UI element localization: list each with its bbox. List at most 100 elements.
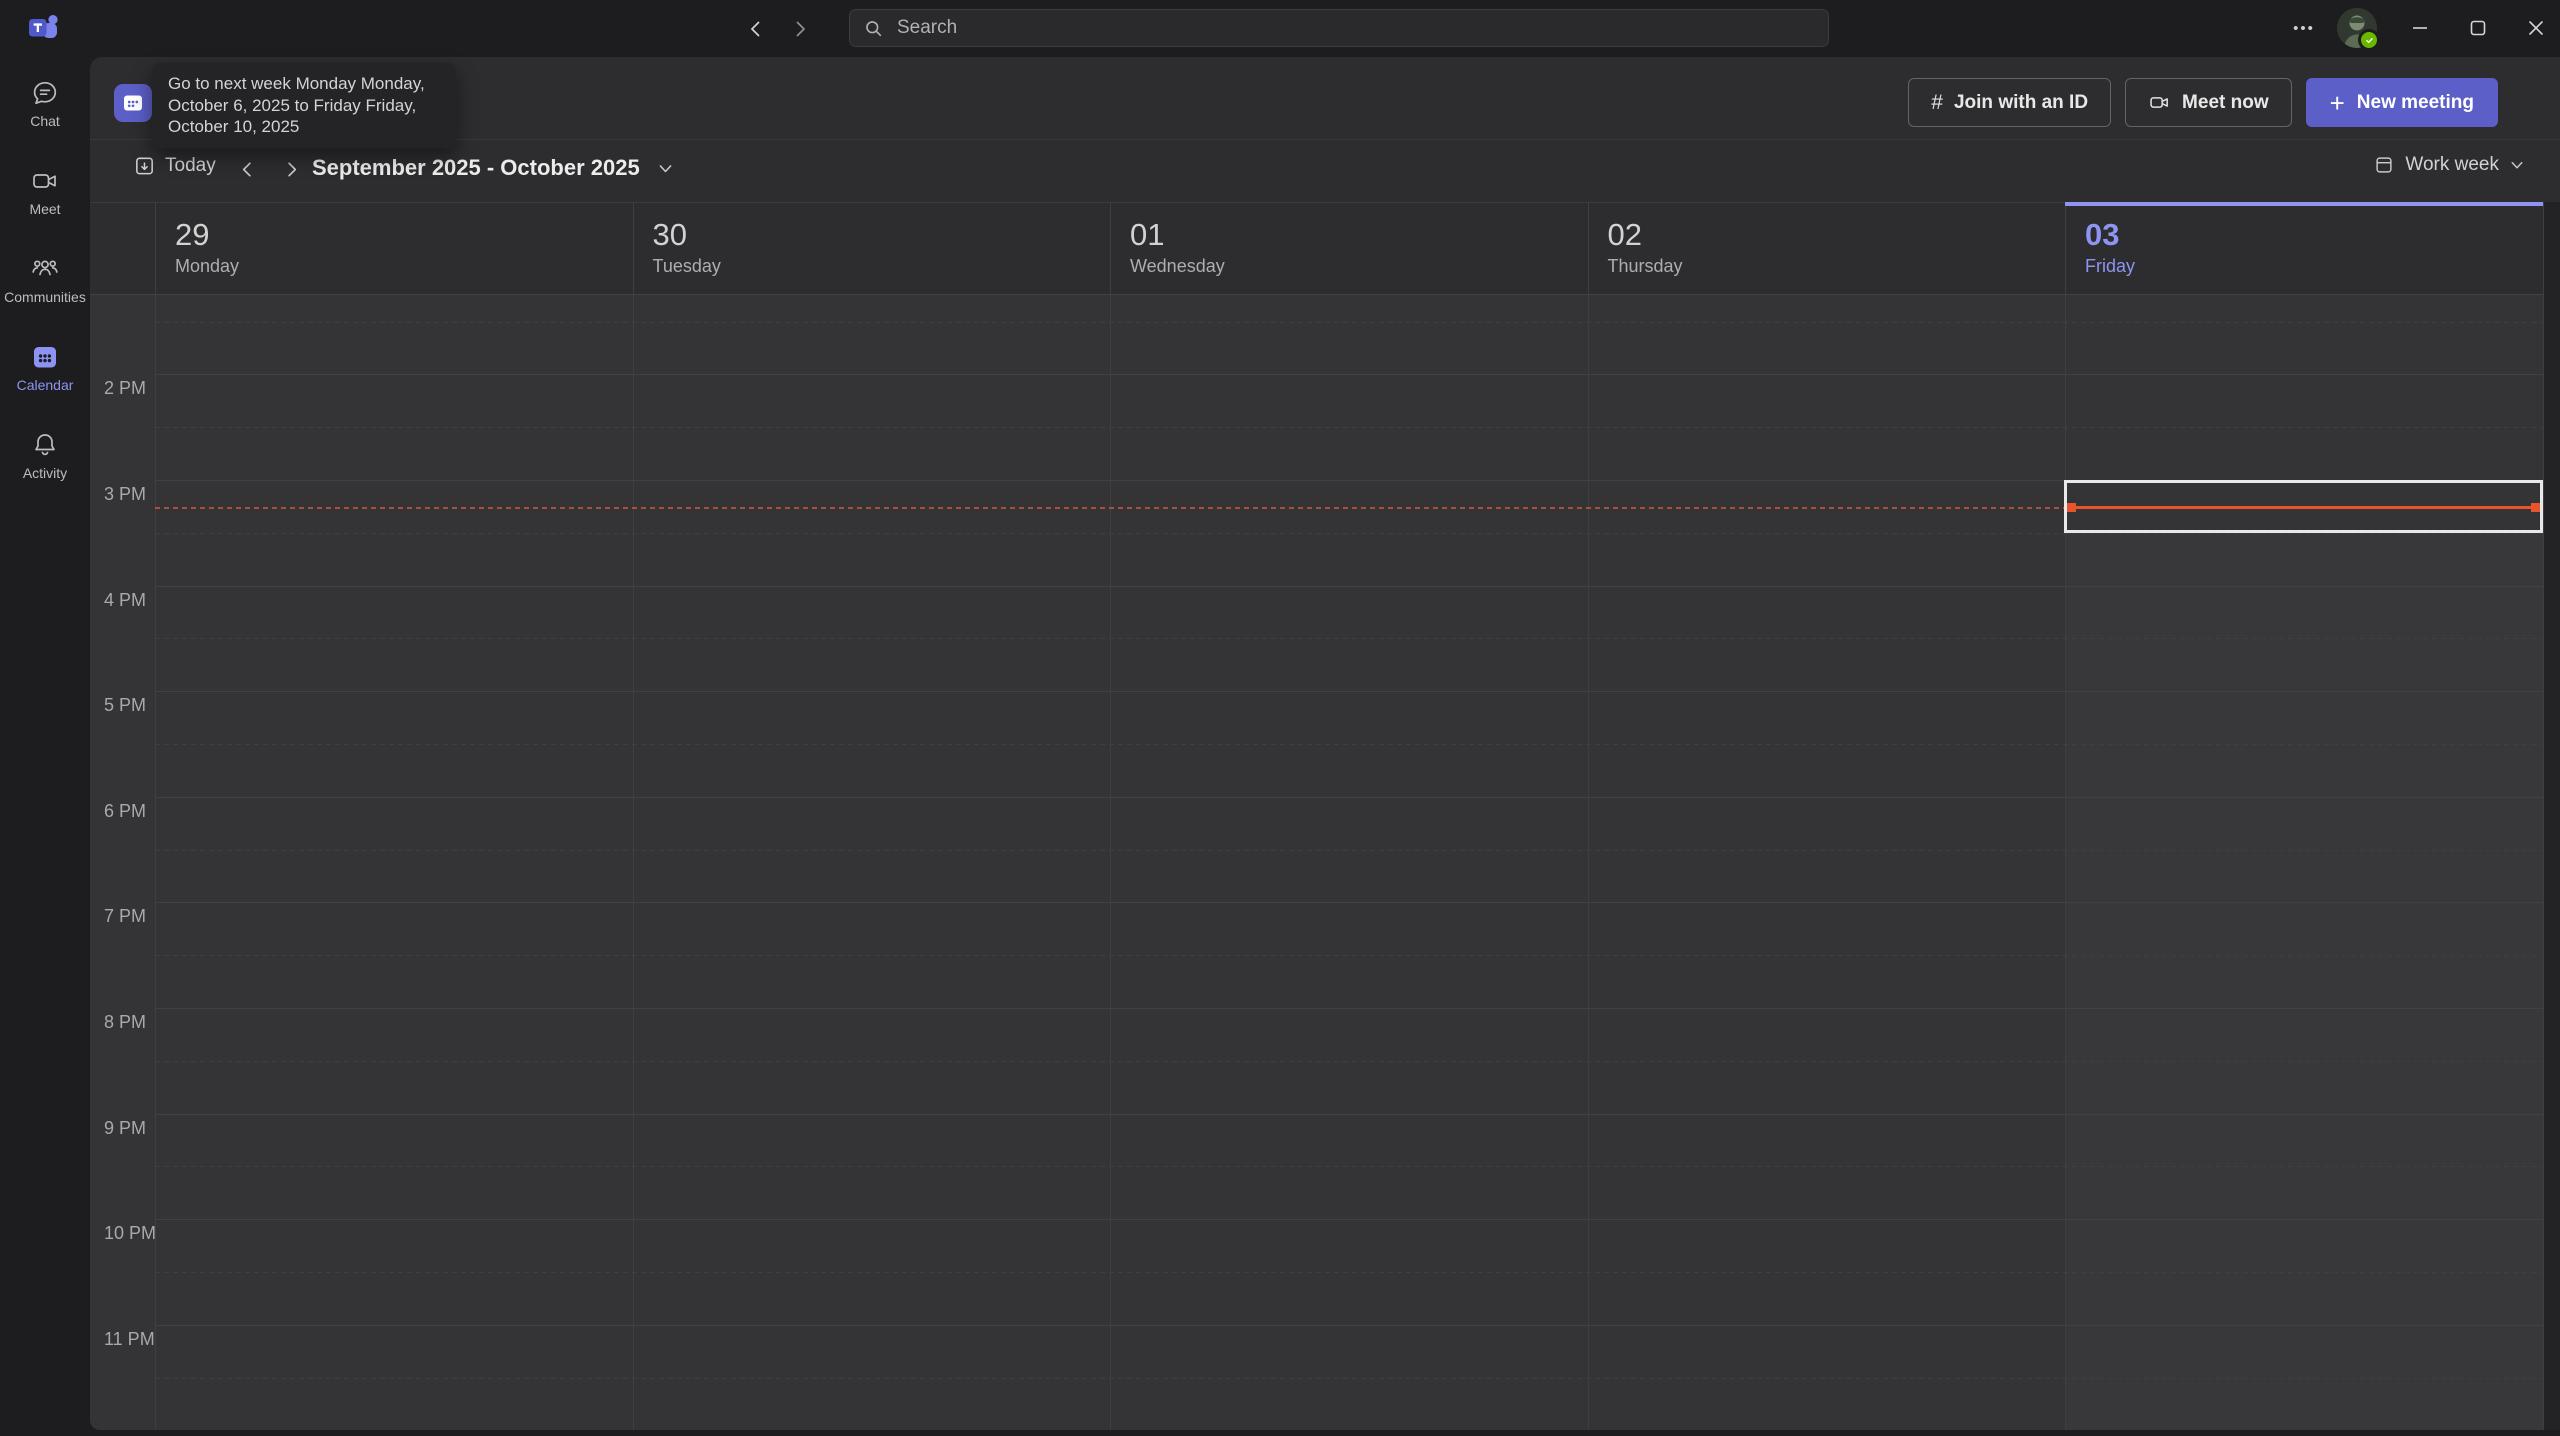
day-column-friday[interactable] [2066,294,2543,1430]
hash-icon: # [1931,91,1943,115]
day-name: Friday [2085,256,2542,277]
today-label: Today [165,155,216,177]
search-input[interactable] [895,16,1814,40]
sidebar-item-label: Chat [0,113,90,129]
calendar-toolbar: Today September 2025 - October 2025 Work… [90,140,2560,202]
current-time-dot [2067,503,2076,512]
calendar-icon [0,340,90,374]
right-edge-gutter [2543,202,2560,1430]
header-bottom-divider [90,294,2543,295]
hour-line [155,1008,2543,1009]
day-header-tuesday[interactable]: 30 Tuesday [635,203,1110,294]
user-avatar[interactable] [2337,8,2377,48]
sidebar-item-meet[interactable]: Meet [0,158,90,240]
more-options-button[interactable]: ••• [2284,14,2324,42]
calendar-grid: 2 PM3 PM4 PM5 PM6 PM7 PM8 PM9 PM10 PM11 … [0,0,2560,1436]
day-number: 01 [1130,216,1587,253]
column-divider-line [155,202,156,1430]
time-label: 6 PM [104,801,146,822]
week-view-icon [2373,154,2395,176]
day-name: Thursday [1608,256,2065,277]
column-divider-line [2543,202,2544,1430]
chevron-down-icon [2509,157,2525,173]
view-switcher-label: Work week [2405,154,2499,176]
half-hour-line [155,638,2543,639]
date-range-label: September 2025 - October 2025 [312,155,640,181]
previous-week-button[interactable] [232,154,262,184]
day-header-monday[interactable]: 29 Monday [157,203,632,294]
day-name: Tuesday [653,256,1110,277]
half-hour-line [155,1378,2543,1379]
day-header-friday[interactable]: 03 Friday [2067,203,2542,294]
search-bar[interactable] [849,9,1829,47]
chevron-down-icon [657,160,674,177]
time-label: 11 PM [104,1329,155,1350]
day-name: Wednesday [1130,256,1587,277]
half-hour-line [155,744,2543,745]
maximize-button[interactable] [2456,9,2500,47]
nav-back-button[interactable] [742,16,770,42]
people-group-icon [0,252,90,286]
nav-forward-button[interactable] [786,16,814,42]
calendar-app-icon [114,84,152,122]
sidebar-item-communities[interactable]: Communities [0,246,90,328]
today-button[interactable]: Today [133,154,216,177]
day-column-monday[interactable] [156,294,633,1430]
half-hour-line [155,427,2543,428]
day-number: 30 [653,216,1110,253]
next-week-button[interactable] [276,154,306,184]
hour-line [155,902,2543,903]
sidebar-item-label: Meet [0,201,90,217]
column-divider-line [1588,202,1589,1430]
meet-now-label: Meet now [2182,92,2269,114]
time-label: 2 PM [104,378,146,399]
presence-available-badge [2358,29,2380,51]
minimize-button[interactable] [2398,9,2442,47]
join-with-id-label: Join with an ID [1954,92,2088,114]
chat-bubble-icon [0,76,90,110]
hour-line [155,1114,2543,1115]
new-meeting-button[interactable]: + New meeting [2306,78,2498,127]
sidebar-item-activity[interactable]: Activity [0,422,90,504]
date-range-picker[interactable]: September 2025 - October 2025 [312,155,674,181]
video-camera-icon [0,164,90,198]
day-header-thursday[interactable]: 02 Thursday [1590,203,2065,294]
half-hour-line [155,322,2543,323]
video-camera-icon [2148,91,2171,114]
day-column-wednesday[interactable] [1111,294,1588,1430]
day-column-tuesday[interactable] [634,294,1111,1430]
meet-now-button[interactable]: Meet now [2125,78,2292,127]
today-accent-line [2065,202,2543,206]
new-meeting-label: New meeting [2357,92,2474,114]
search-icon [864,19,883,38]
bell-icon [0,428,90,462]
day-header-wednesday[interactable]: 01 Wednesday [1112,203,1587,294]
sidebar-item-chat[interactable]: Chat [0,70,90,152]
teams-app-window: ••• Chat [0,0,2560,1436]
time-label: 10 PM [104,1223,156,1244]
next-week-tooltip: Go to next week Monday Monday, October 6… [152,63,456,148]
time-label: 5 PM [104,695,146,716]
day-number: 29 [175,216,632,253]
sidebar-item-calendar[interactable]: Calendar [0,334,90,416]
day-name: Monday [175,256,632,277]
hour-line [155,1219,2543,1220]
current-time-indicator [155,507,2065,509]
close-button[interactable] [2514,9,2558,47]
sidebar-item-label: Communities [0,289,90,305]
sidebar-item-label: Activity [0,465,90,481]
hour-line [155,691,2543,692]
time-label: 3 PM [104,484,146,505]
day-column-thursday[interactable] [1589,294,2066,1430]
day-number: 02 [1608,216,2065,253]
hour-line [155,1325,2543,1326]
time-label: 8 PM [104,1012,146,1033]
current-time-dot [2531,503,2540,512]
day-number: 03 [2085,216,2542,253]
join-with-id-button[interactable]: # Join with an ID [1908,78,2111,127]
hour-line [155,374,2543,375]
view-switcher-work-week[interactable]: Work week [2373,154,2525,176]
column-divider-line [2065,202,2066,1430]
half-hour-line [155,1272,2543,1273]
calendar-today-icon [133,154,156,177]
